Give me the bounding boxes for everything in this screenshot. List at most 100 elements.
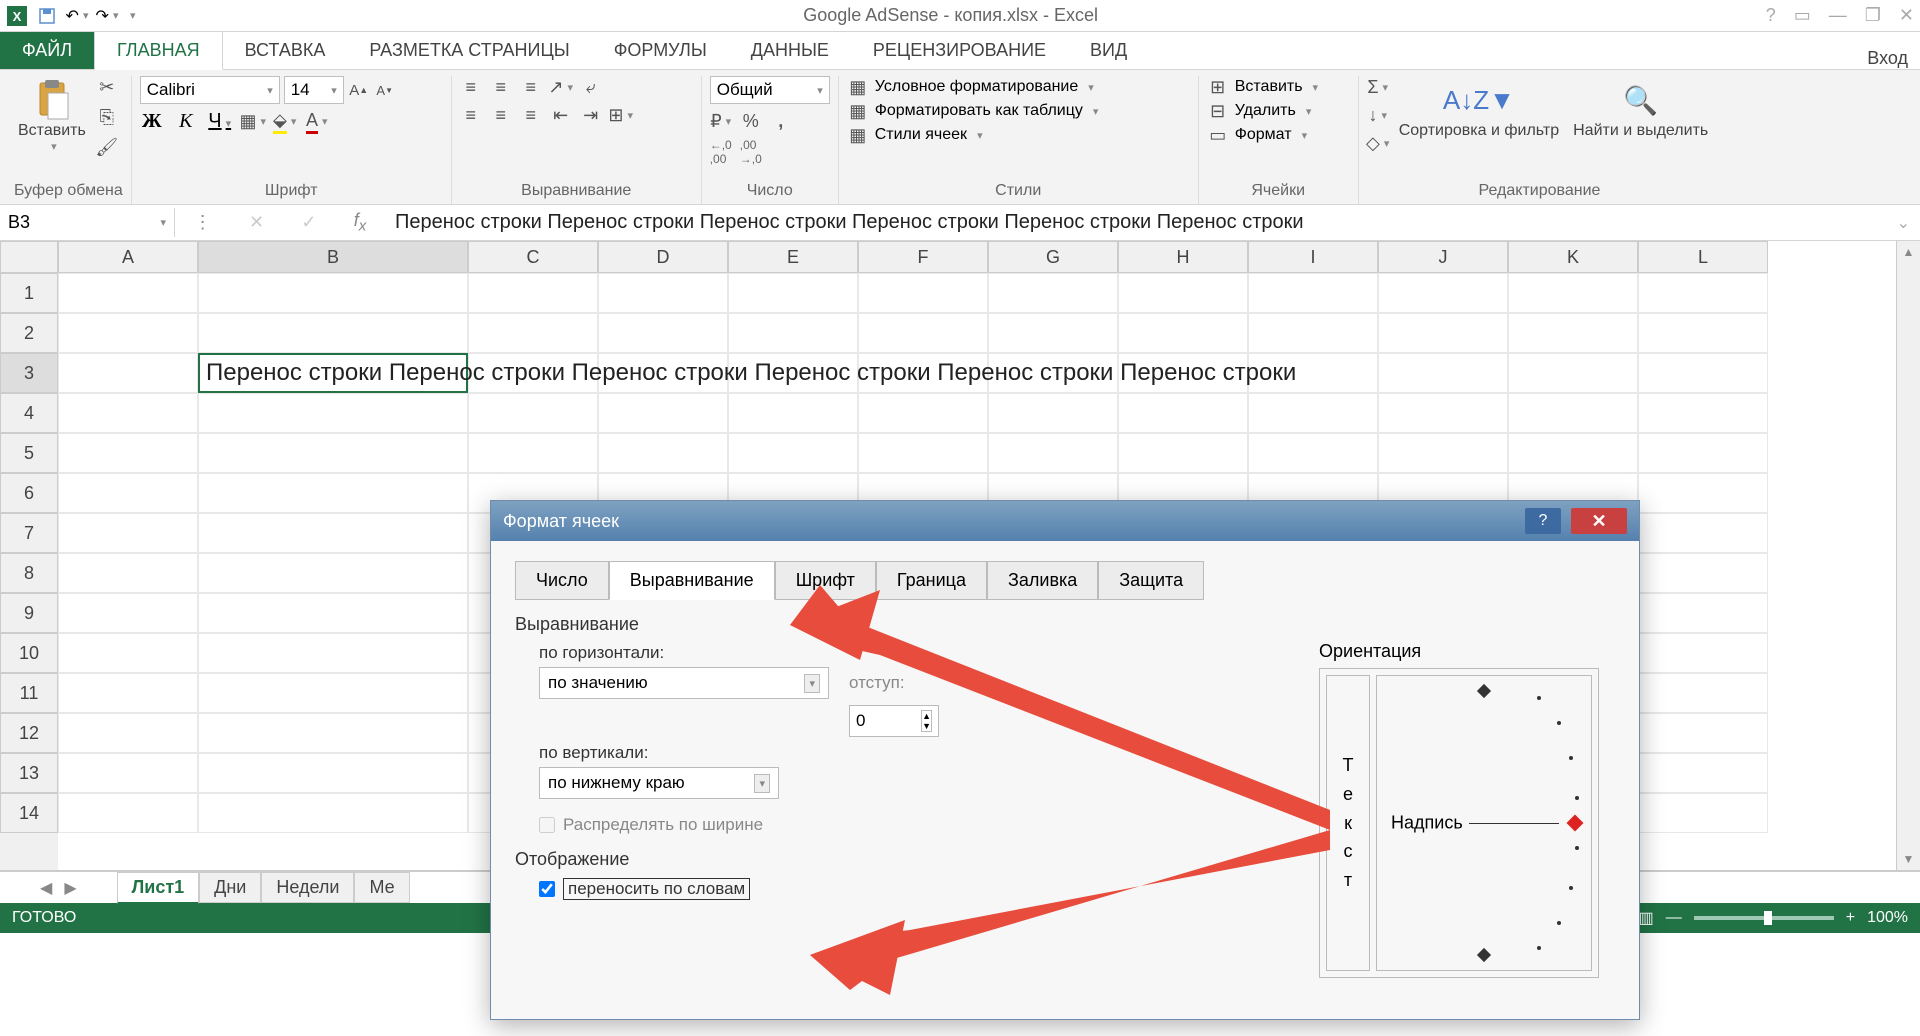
decrease-font-icon[interactable]: A▼ — [374, 79, 396, 101]
horizontal-align-dropdown[interactable]: по значению▾ — [539, 667, 829, 699]
column-header[interactable]: B — [198, 241, 468, 273]
row-header[interactable]: 7 — [0, 513, 58, 553]
cell[interactable] — [1118, 313, 1248, 353]
zoom-out-icon[interactable]: — — [1666, 909, 1682, 927]
cell[interactable]: Перенос строки Перенос строки Перенос ст… — [198, 353, 468, 393]
italic-button[interactable]: К — [174, 110, 198, 133]
cell[interactable] — [598, 393, 728, 433]
cell[interactable] — [1248, 313, 1378, 353]
cell[interactable] — [198, 473, 468, 513]
decrease-decimal-icon[interactable]: ,00→,0 — [740, 138, 762, 166]
column-header[interactable]: F — [858, 241, 988, 273]
cell[interactable] — [1508, 393, 1638, 433]
cell[interactable] — [58, 473, 198, 513]
dialog-titlebar[interactable]: Формат ячеек ? ✕ — [491, 501, 1639, 541]
vertical-align-dropdown[interactable]: по нижнему краю▾ — [539, 767, 779, 799]
cell[interactable] — [58, 393, 198, 433]
cell[interactable] — [58, 513, 198, 553]
cell[interactable] — [1378, 273, 1508, 313]
name-box[interactable]: B3▾ — [0, 208, 175, 237]
align-bottom-icon[interactable]: ≡ — [520, 76, 542, 98]
cell[interactable] — [58, 713, 198, 753]
tab-data[interactable]: ДАННЫЕ — [729, 32, 851, 69]
help-icon[interactable]: ? — [1766, 5, 1776, 26]
delete-cells-button[interactable]: ⊟Удалить▾ — [1207, 100, 1312, 122]
cell[interactable] — [1638, 593, 1768, 633]
dialog-tab-border[interactable]: Граница — [876, 561, 987, 600]
row-header[interactable]: 2 — [0, 313, 58, 353]
column-header[interactable]: H — [1118, 241, 1248, 273]
row-header[interactable]: 8 — [0, 553, 58, 593]
tab-review[interactable]: РЕЦЕНЗИРОВАНИЕ — [851, 32, 1068, 69]
tab-view[interactable]: ВИД — [1068, 32, 1149, 69]
row-header[interactable]: 6 — [0, 473, 58, 513]
align-top-icon[interactable]: ≡ — [460, 76, 482, 98]
view-pagebreak-icon[interactable]: ▥ — [1639, 908, 1654, 928]
accept-formula-icon[interactable]: ✓ — [301, 212, 316, 233]
cell-dropdown-icon[interactable]: ⋮ — [194, 212, 212, 233]
font-size-dropdown[interactable]: 14▾ — [284, 76, 344, 104]
row-header[interactable]: 13 — [0, 753, 58, 793]
cell[interactable] — [1508, 273, 1638, 313]
dialog-tab-number[interactable]: Число — [515, 561, 609, 600]
cell[interactable] — [58, 593, 198, 633]
orientation-vertical-text[interactable]: Текст — [1326, 675, 1370, 971]
cell[interactable] — [1378, 353, 1508, 393]
format-cells-button[interactable]: ▭Формат▾ — [1207, 124, 1307, 146]
indent-spinner[interactable]: 0▲▼ — [849, 705, 939, 737]
zoom-slider[interactable] — [1694, 916, 1834, 920]
clear-icon[interactable]: ◇▾ — [1367, 132, 1389, 154]
cell[interactable] — [598, 273, 728, 313]
cell[interactable] — [198, 513, 468, 553]
cell[interactable] — [988, 393, 1118, 433]
tab-pagelayout[interactable]: РАЗМЕТКА СТРАНИЦЫ — [347, 32, 591, 69]
tab-file[interactable]: ФАЙЛ — [0, 32, 94, 69]
cell[interactable] — [1638, 753, 1768, 793]
cell[interactable] — [1378, 393, 1508, 433]
format-as-table-button[interactable]: ▦Форматировать как таблицу▾ — [847, 100, 1099, 122]
row-header[interactable]: 1 — [0, 273, 58, 313]
cell[interactable] — [728, 433, 858, 473]
dialog-close-button[interactable]: ✕ — [1571, 508, 1627, 534]
scroll-down-icon[interactable]: ▼ — [1903, 848, 1915, 870]
font-color-button[interactable]: A▾ — [306, 111, 328, 133]
decrease-indent-icon[interactable]: ⇤ — [550, 104, 572, 126]
undo-icon[interactable]: ↶▾ — [66, 5, 88, 27]
wrap-text-icon[interactable]: ⤶ — [580, 76, 602, 98]
sheet-tab-active[interactable]: Лист1 — [117, 872, 200, 904]
ribbon-toggle-icon[interactable]: ▭ — [1794, 5, 1811, 26]
cell[interactable] — [1508, 353, 1638, 393]
cell[interactable] — [1118, 273, 1248, 313]
cell[interactable] — [728, 273, 858, 313]
font-name-dropdown[interactable]: Calibri▾ — [140, 76, 280, 104]
orientation-icon[interactable]: ↗▾ — [550, 76, 572, 98]
cell-styles-button[interactable]: ▦Стили ячеек▾ — [847, 124, 983, 146]
cell[interactable] — [598, 313, 728, 353]
wrap-text-check-input[interactable] — [539, 881, 555, 897]
underline-button[interactable]: Ч▾ — [208, 110, 232, 133]
cell[interactable] — [468, 273, 598, 313]
cell[interactable] — [858, 433, 988, 473]
sheet-tab[interactable]: Ме — [354, 872, 409, 903]
column-header[interactable]: D — [598, 241, 728, 273]
zoom-level[interactable]: 100% — [1867, 909, 1908, 927]
column-header[interactable]: L — [1638, 241, 1768, 273]
dialog-tab-protection[interactable]: Защита — [1098, 561, 1204, 600]
cell[interactable] — [1248, 273, 1378, 313]
cell[interactable] — [1638, 393, 1768, 433]
cell[interactable] — [1378, 313, 1508, 353]
cell[interactable] — [58, 313, 198, 353]
conditional-formatting-button[interactable]: ▦Условное форматирование▾ — [847, 76, 1094, 98]
format-painter-icon[interactable]: 🖌 — [96, 136, 118, 158]
increase-decimal-icon[interactable]: ←,0,00 — [710, 138, 732, 166]
align-right-icon[interactable]: ≡ — [520, 104, 542, 126]
scroll-up-icon[interactable]: ▲ — [1903, 241, 1915, 263]
column-header[interactable]: I — [1248, 241, 1378, 273]
comma-icon[interactable]: , — [770, 110, 792, 132]
autosum-icon[interactable]: Σ▾ — [1367, 76, 1389, 98]
cut-icon[interactable]: ✂ — [96, 76, 118, 98]
cell[interactable] — [858, 313, 988, 353]
column-header[interactable]: E — [728, 241, 858, 273]
cell[interactable] — [1638, 633, 1768, 673]
cell[interactable] — [58, 793, 198, 833]
